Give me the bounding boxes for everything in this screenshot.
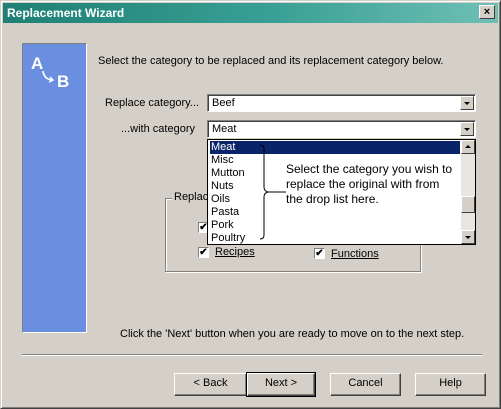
list-item[interactable]: Poultry [210, 232, 245, 245]
recipes-label: Recipes [215, 246, 255, 258]
window-title: Replacement Wizard [7, 6, 125, 20]
functions-label-text: Functions [331, 248, 379, 260]
next-button[interactable]: Next > [246, 372, 316, 397]
help-button[interactable]: Help [415, 373, 486, 396]
list-item[interactable]: Pork [210, 219, 234, 232]
list-item[interactable]: Nuts [210, 180, 234, 193]
functions-label: Functions [331, 248, 379, 260]
cancel-button[interactable]: Cancel [330, 373, 401, 396]
chevron-up-icon [465, 145, 471, 148]
replace-category-combo[interactable]: Beef [207, 94, 476, 112]
back-button[interactable]: < Back [174, 373, 247, 396]
recipes-label-text: Recipes [215, 246, 255, 258]
list-item[interactable]: Mutton [210, 167, 245, 180]
callout-bracket [259, 144, 286, 240]
with-category-label: ...with category [121, 123, 195, 135]
callout-text: Select the category you wish to replace … [286, 162, 453, 206]
separator [22, 354, 482, 356]
replace-dropdown-button[interactable] [460, 96, 474, 110]
replace-category-label: Replace category... [105, 97, 199, 109]
list-item[interactable]: Misc [210, 154, 234, 167]
dropdown-scrollbar[interactable] [461, 140, 475, 244]
wizard-sidebar: A B [22, 43, 87, 333]
logo-letter-a: A [31, 54, 43, 73]
with-category-combo[interactable]: Meat [207, 120, 476, 138]
scroll-thumb[interactable] [461, 196, 475, 213]
close-button[interactable]: × [479, 5, 495, 19]
logo-letter-b: B [57, 72, 69, 91]
title-bar[interactable]: Replacement Wizard × [3, 3, 498, 23]
list-item[interactable]: Pasta [210, 206, 239, 219]
chevron-down-icon [465, 236, 471, 239]
list-item[interactable]: Oils [210, 193, 230, 206]
with-dropdown-button[interactable] [460, 122, 474, 136]
instruction-text: Select the category to be replaced and i… [98, 55, 444, 67]
list-item[interactable]: Meat [210, 141, 460, 154]
replace-category-value: Beef [212, 97, 235, 109]
with-category-value: Meat [212, 123, 237, 135]
footer-instruction: Click the 'Next' button when you are rea… [120, 328, 465, 340]
chevron-down-icon [464, 102, 470, 105]
recipes-checkbox[interactable]: ✔ [198, 247, 209, 258]
chevron-down-icon [464, 128, 470, 131]
wizard-window: Replacement Wizard × A B Select the cate… [0, 0, 501, 409]
scroll-down-button[interactable] [461, 230, 475, 244]
scroll-up-button[interactable] [461, 140, 475, 154]
a-to-b-replace-icon: A B [31, 54, 69, 91]
functions-checkbox[interactable]: ✔ [314, 248, 325, 259]
group-label: Replac [172, 191, 211, 203]
